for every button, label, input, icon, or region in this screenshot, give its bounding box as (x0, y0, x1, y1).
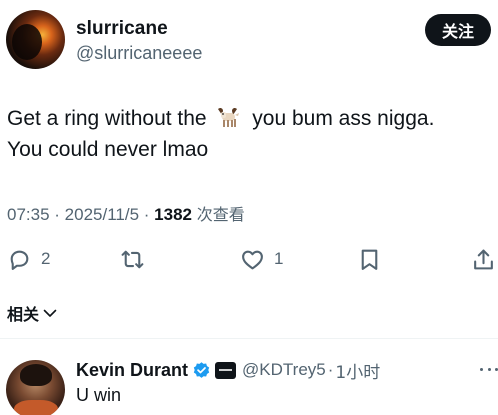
reply-author-name[interactable]: Kevin Durant (76, 360, 188, 381)
like-icon (242, 250, 263, 269)
bookmark-icon (361, 249, 378, 270)
affiliate-badge-icon (215, 361, 237, 379)
reply-text: U win (76, 385, 122, 405)
bookmark-button[interactable] (357, 243, 382, 275)
reply-icon (10, 250, 29, 270)
author-display-name[interactable]: slurricane (76, 18, 168, 40)
reply-time[interactable]: 1小时 (335, 358, 380, 383)
meta-separator: · (54, 205, 65, 224)
chevron-down-icon (43, 309, 57, 317)
follow-button[interactable]: 关注 (425, 14, 491, 46)
like-button[interactable]: 1 (240, 243, 283, 275)
divider (0, 338, 498, 339)
share-icon (474, 249, 493, 269)
related-toggle[interactable]: 相关 (7, 301, 58, 325)
verified-badge-icon (193, 361, 210, 378)
retweet-icon (121, 250, 144, 268)
reply-author-handle[interactable]: @KDTrey5 (242, 360, 326, 380)
like-count: 1 (274, 249, 284, 268)
reply-author-avatar[interactable] (6, 360, 65, 415)
tweet-text-part: you bum ass nigga. (246, 107, 435, 130)
meta-separator: · (143, 205, 155, 224)
tweet-text: Get a ring without the you bum ass nigga… (7, 103, 491, 165)
tweet-meta: 07:35 · 2025/11/5 · 1382 次查看 (7, 201, 245, 225)
reply-button[interactable]: 2 (7, 243, 50, 275)
author-handle[interactable]: @slurricaneeee (76, 43, 202, 64)
related-label: 相关 (7, 305, 40, 324)
reply-header: Kevin Durant @KDTrey5 · 1小时 (76, 358, 380, 383)
tweet-detail-page: slurricane @slurricaneeee 关注 Get a ring … (0, 0, 498, 415)
tweet-date[interactable]: 2025/11/5 (65, 205, 139, 224)
retweet-button[interactable] (120, 243, 145, 275)
views-count[interactable]: 1382 (154, 205, 192, 224)
more-options-icon[interactable] (480, 365, 498, 373)
views-label: 次查看 (196, 205, 245, 224)
tweet-text-line-1: Get a ring without the you bum ass nigga… (7, 103, 491, 134)
tweet-time[interactable]: 07:35 (7, 205, 50, 224)
reply-count: 2 (41, 249, 51, 268)
goat-emoji-icon (218, 107, 240, 127)
tweet-text-line-2: You could never lmao (7, 138, 209, 161)
author-avatar[interactable] (6, 10, 65, 69)
action-bar: 2 1 (0, 243, 498, 275)
share-button[interactable] (471, 243, 496, 275)
tweet-text-part: Get a ring without the (7, 107, 213, 130)
reply-separator: · (327, 360, 334, 379)
